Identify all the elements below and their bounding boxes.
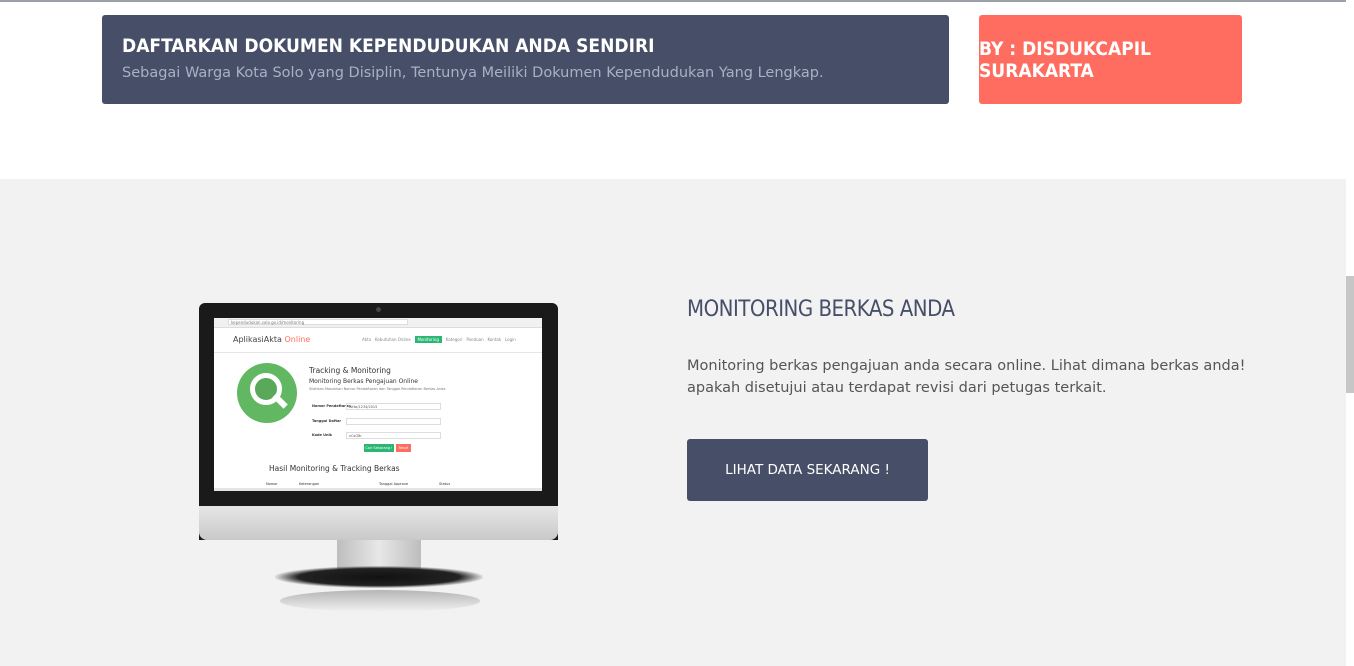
screen-col-header: Status <box>439 482 451 486</box>
top-border <box>0 0 1354 2</box>
field-value: vCsO8r <box>346 432 441 439</box>
field-value <box>346 418 441 425</box>
banner-subtitle: Sebagai Warga Kota Solo yang Disiplin, T… <box>122 65 824 81</box>
screen-col-header: Tanggal Approve <box>379 482 409 486</box>
monitor-reflection <box>280 590 480 612</box>
screen-col-header: Nomor <box>266 482 278 486</box>
view-data-button[interactable]: LIHAT DATA SEKARANG ! <box>687 439 928 501</box>
registration-banner: DAFTARKAN DOKUMEN KEPENDUDUKAN ANDA SEND… <box>102 15 949 104</box>
screen-instruction: Silahkan Masukkan Nomor Pendaftaran dan … <box>309 387 446 391</box>
monitor-stand-base <box>275 566 483 588</box>
browser-url: kependudukan.solo.go.id/monitoring <box>228 319 408 325</box>
browser-bar: kependudukan.solo.go.id/monitoring <box>214 318 542 328</box>
screen-divider <box>214 352 542 353</box>
screen-table-line <box>214 488 542 491</box>
banner-title: DAFTARKAN DOKUMEN KEPENDUDUKAN ANDA SEND… <box>122 35 655 57</box>
screen-heading: Tracking & Monitoring <box>309 366 391 375</box>
screen-search-button: Cari Sekarang ! <box>364 444 394 452</box>
by-disdukcapil-button[interactable]: BY : DISDUKCAPIL SURAKARTA <box>979 15 1242 104</box>
field-label: Tanggal Daftar <box>312 419 342 423</box>
scrollbar-thumb[interactable] <box>1346 276 1354 393</box>
monitor-screen: kependudukan.solo.go.id/monitoring Aplik… <box>214 318 542 491</box>
screen-reset-button: Reset <box>396 444 411 452</box>
screen-brand: AplikasiAkta Online <box>233 335 311 344</box>
field-label: Kode Unik <box>312 433 333 437</box>
monitoring-title: MONITORING BERKAS ANDA <box>687 297 955 322</box>
page-scrollbar[interactable] <box>1346 0 1354 666</box>
monitor-image: kependudukan.solo.go.id/monitoring Aplik… <box>199 303 558 540</box>
field-value: AKta/1234/2015 <box>346 403 441 410</box>
screen-nav: Akta Kebutuhan Online Monitoring Kategor… <box>362 336 516 343</box>
webcam-dot <box>376 307 381 312</box>
screen-results-title: Hasil Monitoring & Tracking Berkas <box>269 464 400 473</box>
monitor-chin <box>199 506 558 540</box>
monitoring-description: Monitoring berkas pengajuan anda secara … <box>687 358 1246 396</box>
screen-subheading: Monitoring Berkas Pengajuan Online <box>309 378 418 385</box>
screen-col-header: Keterangan <box>299 482 320 486</box>
field-label: Nomor Pendaftaran <box>312 404 351 408</box>
